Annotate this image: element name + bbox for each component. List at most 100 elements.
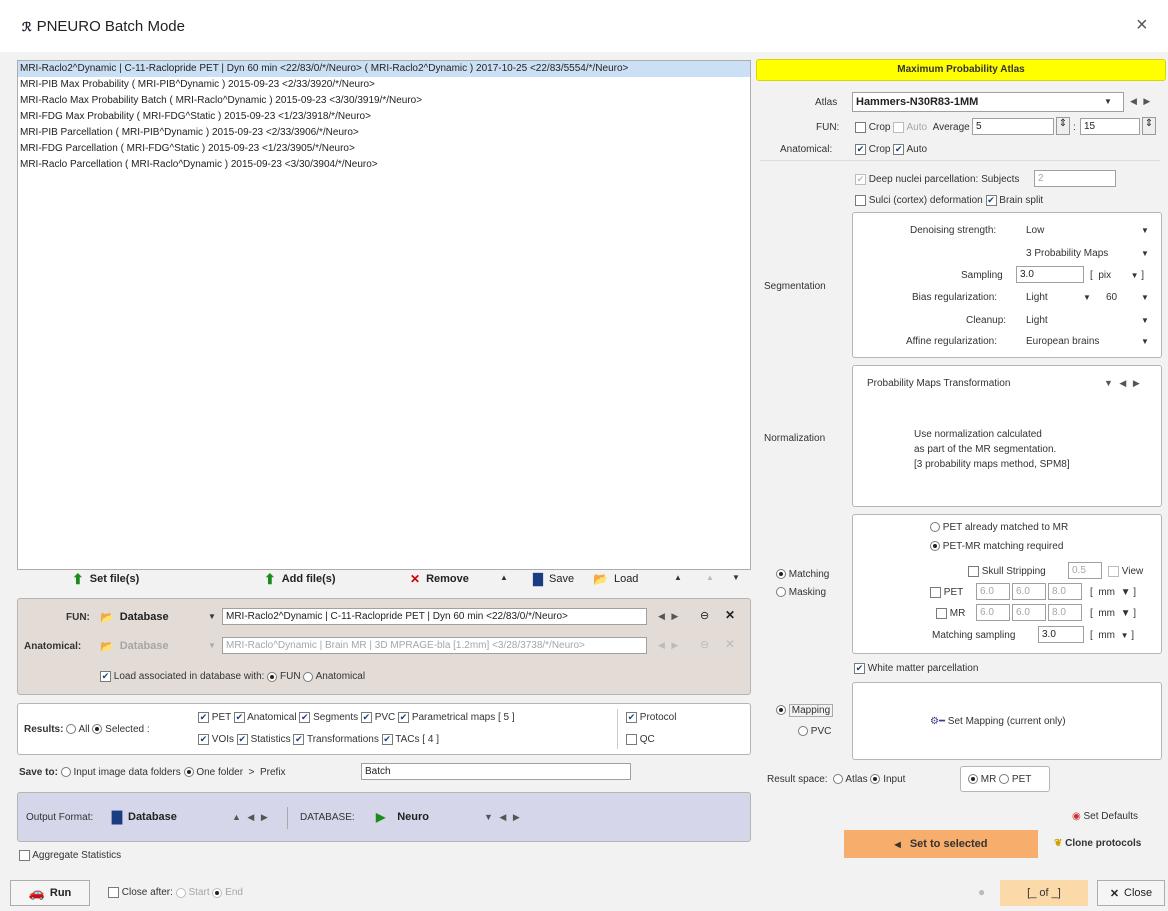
mr-z-input[interactable]: 8.0	[1048, 604, 1082, 621]
fun-radio[interactable]	[267, 671, 278, 682]
pet-mr-row[interactable]: PET-MR matching required	[930, 541, 1063, 552]
list-item[interactable]: MRI-FDG Parcellation ( MRI-FDG^Static ) …	[18, 141, 750, 157]
dropdown-icon[interactable]: ▼	[1083, 293, 1091, 302]
spin-icon[interactable]: ⇕	[1142, 117, 1156, 135]
transformations-checkbox[interactable]: ✔	[293, 734, 305, 745]
clear-icon[interactable]: ✕	[725, 608, 735, 622]
dropdown-icon[interactable]: ▼	[1141, 293, 1149, 302]
sort-up-icon[interactable]: ▲	[500, 573, 508, 582]
output-format-arrows[interactable]: ▲ ◀ ▶	[232, 812, 270, 823]
protocol-row[interactable]: ✔ Protocol	[626, 712, 676, 723]
average-input[interactable]: 5	[972, 118, 1054, 135]
anat-source-select[interactable]: 📂 Database	[100, 637, 169, 655]
list-item[interactable]: MRI-Raclo Max Probability Batch ( MRI-Ra…	[18, 93, 750, 109]
set-to-selected-button[interactable]: ◀ Set to selected	[844, 830, 1038, 858]
set-defaults-button[interactable]: ◉ Set Defaults	[1072, 811, 1138, 822]
load-menu-icon[interactable]: ▲	[674, 573, 682, 582]
anatomical-checkbox[interactable]: ✔	[233, 712, 245, 723]
atlas-nav-arrows[interactable]: ◀ ▶	[1130, 96, 1152, 107]
mapping-row[interactable]: Mapping	[776, 704, 834, 717]
selected-radio[interactable]	[92, 724, 103, 735]
skull-checkbox[interactable]	[968, 566, 979, 577]
remove-button[interactable]: ✕ Remove	[410, 570, 469, 588]
bias-value[interactable]: 60	[1106, 292, 1117, 303]
input-folders-radio[interactable]	[60, 767, 71, 778]
denoise-select[interactable]: Low	[1026, 225, 1044, 236]
dropdown-icon[interactable]: ▼	[1141, 226, 1149, 235]
link-icon[interactable]: ⊖	[700, 638, 709, 651]
pet-y-input[interactable]: 6.0	[1012, 583, 1046, 600]
mr-unit[interactable]: [ mm ▼ ]	[1090, 608, 1136, 619]
pet-unit[interactable]: [ mm ▼ ]	[1090, 587, 1136, 598]
anat-auto-checkbox[interactable]: ✔	[893, 144, 905, 155]
pmt-arrows[interactable]: ▼ ◀ ▶	[1104, 378, 1142, 389]
aggregate-checkbox[interactable]	[19, 850, 30, 861]
atlas-type-banner[interactable]: Maximum Probability Atlas	[756, 59, 1166, 81]
pet-smooth-checkbox[interactable]	[930, 587, 941, 598]
statistics-checkbox[interactable]: ✔	[236, 734, 248, 745]
spin-icon[interactable]: ⇕	[1056, 117, 1070, 135]
pet-mr-radio[interactable]	[930, 541, 940, 552]
start-radio[interactable]	[175, 887, 186, 898]
list-item[interactable]: MRI-Raclo2^Dynamic | C-11-Raclopride PET…	[18, 61, 750, 77]
add-files-button[interactable]: ⬆ Add file(s)	[264, 570, 336, 588]
vois-checkbox[interactable]: ✔	[198, 734, 209, 745]
input-radio[interactable]	[870, 774, 881, 785]
link-icon[interactable]: ⊖	[700, 609, 709, 622]
anat-crop-checkbox[interactable]: ✔	[855, 144, 866, 155]
mr-radio[interactable]	[968, 774, 978, 785]
wm-checkbox[interactable]: ✔	[854, 663, 865, 674]
dropdown-icon[interactable]: ▼	[208, 612, 216, 621]
match-sampling-unit[interactable]: [ mm ▼ ]	[1090, 630, 1134, 641]
anat-nav-arrows[interactable]: ◀ ▶	[658, 640, 680, 651]
one-folder-radio[interactable]	[183, 767, 194, 778]
pvc-row[interactable]: PVC	[798, 726, 831, 737]
fun-input[interactable]: MRI-Raclo2^Dynamic | C-11-Raclopride PET…	[222, 608, 647, 625]
close-after-checkbox[interactable]	[108, 887, 119, 898]
fun-crop-checkbox[interactable]	[855, 122, 866, 133]
list-item[interactable]: MRI-FDG Max Probability ( MRI-FDG^Static…	[18, 109, 750, 125]
load-assoc-checkbox[interactable]: ✔	[100, 671, 111, 682]
skull-input[interactable]: 0.5	[1068, 562, 1102, 579]
pet-z-input[interactable]: 8.0	[1048, 583, 1082, 600]
pet-matched-row[interactable]: PET already matched to MR	[930, 522, 1068, 533]
dropdown-icon[interactable]: ▼	[1141, 249, 1149, 258]
pvc-checkbox[interactable]: ✔	[360, 712, 372, 723]
close-button[interactable]: ✕ Close	[1097, 880, 1165, 906]
masking-row[interactable]: Masking	[776, 587, 826, 598]
window-close-button[interactable]: ×	[1136, 14, 1148, 37]
atlas-select[interactable]: Hammers-N30R83-1MM	[852, 92, 1124, 112]
move-up-icon[interactable]: ▲	[706, 573, 714, 582]
all-radio[interactable]	[66, 724, 77, 735]
list-item[interactable]: MRI-PIB Parcellation ( MRI-PIB^Dynamic )…	[18, 125, 750, 141]
atlas-radio[interactable]	[833, 774, 844, 785]
subjects-input[interactable]: 2	[1034, 170, 1116, 187]
parametrical-maps-checkbox[interactable]: ✔	[398, 712, 410, 723]
masking-radio[interactable]	[776, 587, 786, 598]
output-format-select[interactable]: ▇ Database	[112, 808, 177, 826]
clear-icon[interactable]: ✕	[725, 637, 735, 651]
database-arrows[interactable]: ▼ ◀ ▶	[484, 812, 522, 823]
prefix-input[interactable]: Batch	[361, 763, 631, 780]
fun-source-select[interactable]: 📂 Database	[100, 608, 169, 626]
fun-auto-checkbox[interactable]	[893, 122, 905, 133]
list-item[interactable]: MRI-PIB Max Probability ( MRI-PIB^Dynami…	[18, 77, 750, 93]
set-mapping-button[interactable]: ⚙━ Set Mapping (current only)	[930, 716, 1066, 727]
aggregate-row[interactable]: Aggregate Statistics	[19, 850, 121, 861]
move-down-icon[interactable]: ▼	[732, 573, 740, 582]
save-button[interactable]: ▇ Save	[533, 570, 574, 588]
clone-protocols-button[interactable]: ❦ Clone protocols	[1054, 838, 1141, 849]
tacs-checkbox[interactable]: ✔	[381, 734, 393, 745]
view-checkbox[interactable]	[1108, 566, 1119, 577]
qc-row[interactable]: QC	[626, 734, 655, 745]
mapping-radio[interactable]	[776, 705, 786, 716]
end-radio[interactable]	[212, 887, 223, 898]
deep-nuclei-checkbox[interactable]: ✔	[855, 174, 866, 185]
mr-y-input[interactable]: 6.0	[1012, 604, 1046, 621]
anat-radio[interactable]	[303, 671, 314, 682]
dropdown-icon[interactable]: ▼	[1141, 337, 1149, 346]
run-button[interactable]: 🚗 Run	[10, 880, 90, 906]
cleanup-select[interactable]: Light	[1026, 315, 1048, 326]
dropdown-icon[interactable]: ▼	[1141, 316, 1149, 325]
protocol-checkbox[interactable]: ✔	[626, 712, 637, 723]
